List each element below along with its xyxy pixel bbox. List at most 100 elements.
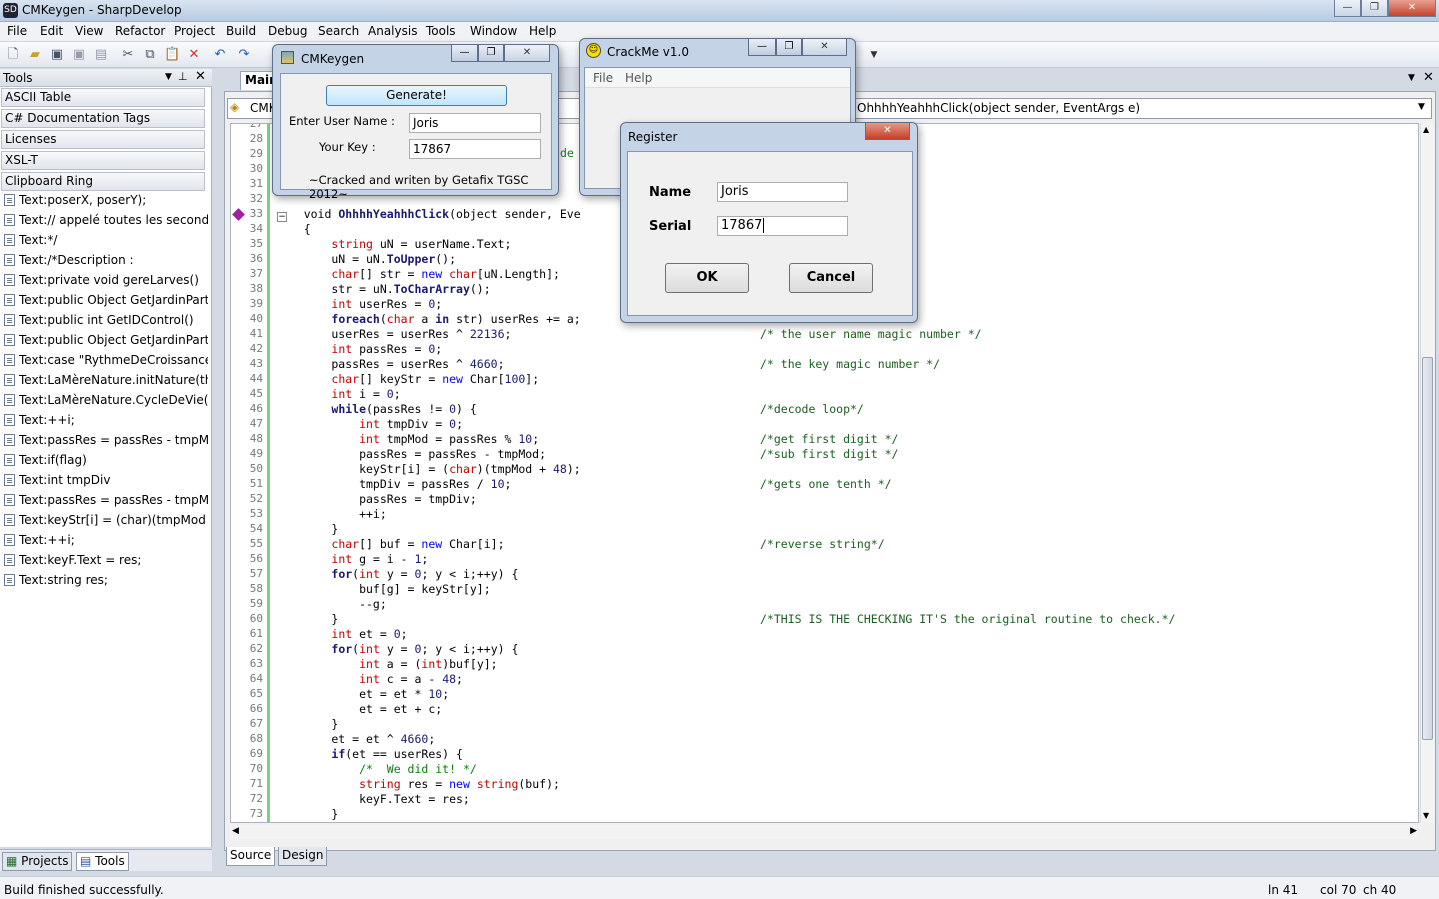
- app-icon: SD: [3, 3, 18, 18]
- tool-item[interactable]: Text:passRes = passRes - tmpMod;: [4, 431, 208, 450]
- cancel-button[interactable]: Cancel: [789, 263, 873, 293]
- new-file-icon[interactable]: 🗋: [5, 47, 21, 63]
- save-icon[interactable]: ▣: [71, 47, 87, 63]
- code-line: keyF.Text = res;: [276, 792, 470, 806]
- tab-projects[interactable]: ▦ Projects: [2, 852, 73, 871]
- menu-tools[interactable]: Tools: [426, 24, 456, 38]
- tab-design[interactable]: Design: [278, 847, 328, 866]
- maximize-button[interactable]: ❐: [1361, 0, 1388, 17]
- delete-icon[interactable]: ✕: [186, 47, 202, 63]
- category-clipboard-ring[interactable]: Clipboard Ring: [1, 172, 205, 191]
- cut-icon[interactable]: ✂: [120, 47, 136, 63]
- tab-tools[interactable]: ▤ Tools: [76, 852, 129, 871]
- vertical-scrollbar[interactable]: ▲ ▼: [1420, 123, 1434, 823]
- tool-item[interactable]: Text:*/: [4, 231, 208, 250]
- undo-icon[interactable]: ↶: [212, 47, 228, 63]
- vertical-scroll-thumb[interactable]: [1422, 357, 1433, 740]
- method-combo-arrow-icon[interactable]: ▼: [1418, 102, 1425, 112]
- tool-item[interactable]: Text:// appelé toutes les secondes p: [4, 211, 208, 230]
- panel-dropdown-icon[interactable]: ▼: [165, 72, 172, 82]
- menu-debug[interactable]: Debug: [268, 24, 307, 38]
- cmkeygen-maximize-button[interactable]: ❐: [478, 45, 504, 62]
- tool-item[interactable]: Text:LaMèreNature.CycleDeVie();: [4, 391, 208, 410]
- register-close-button[interactable]: ✕: [865, 123, 910, 140]
- method-combo[interactable]: OhhhhYeahhhClick(object sender, EventArg…: [857, 101, 1140, 115]
- crackme-minimize-button[interactable]: —: [748, 39, 776, 56]
- menu-build[interactable]: Build: [226, 24, 256, 38]
- paste-icon[interactable]: 📋: [164, 47, 180, 63]
- crackme-menu-file[interactable]: File: [593, 71, 613, 85]
- tool-item[interactable]: Text:int tmpDiv: [4, 471, 208, 490]
- redo-icon[interactable]: ↷: [236, 47, 252, 63]
- copy-icon[interactable]: ⧉: [142, 47, 158, 63]
- line-number: 46: [249, 402, 263, 415]
- code-line: passRes = userRes ^ 4660;: [276, 357, 505, 371]
- your-key-output[interactable]: 17867: [409, 139, 541, 159]
- tool-item[interactable]: Text:keyF.Text = res;: [4, 551, 208, 570]
- tool-item[interactable]: Text:poserX, poserY);: [4, 191, 208, 210]
- category-xslt[interactable]: XSL-T: [1, 151, 205, 170]
- cmkeygen-close-button[interactable]: ✕: [504, 45, 550, 62]
- menu-edit[interactable]: Edit: [40, 24, 63, 38]
- scroll-left-icon[interactable]: ◀: [232, 826, 239, 836]
- line-number: 63: [249, 657, 263, 670]
- menu-help[interactable]: Help: [529, 24, 556, 38]
- crackme-menu-help[interactable]: Help: [625, 71, 652, 85]
- ok-button[interactable]: OK: [665, 263, 749, 293]
- cmkeygen-minimize-button[interactable]: —: [451, 45, 478, 62]
- scroll-up-icon[interactable]: ▲: [1423, 125, 1429, 134]
- menu-window[interactable]: Window: [470, 24, 517, 38]
- tool-item[interactable]: Text:keyStr[i] = (char)(tmpMod + 48: [4, 511, 208, 530]
- doc-tabs-dropdown-icon[interactable]: ▼: [1408, 73, 1415, 83]
- menu-view[interactable]: View: [75, 24, 103, 38]
- save-all-icon[interactable]: ▣: [49, 47, 65, 63]
- code-comment: /* the key magic number */: [760, 357, 941, 371]
- generate-button[interactable]: Generate!: [326, 85, 507, 106]
- tool-item[interactable]: Text:private void gereLarves(): [4, 271, 208, 290]
- pin-icon[interactable]: ⊥: [178, 70, 188, 83]
- category-ascii-table[interactable]: ASCII Table: [1, 88, 205, 107]
- toolbar-overflow-icon[interactable]: ▼: [866, 47, 882, 63]
- serial-input[interactable]: 17867: [717, 216, 848, 236]
- code-line: int tmpDiv = 0;: [359, 417, 463, 431]
- user-name-input[interactable]: Joris: [409, 113, 541, 133]
- line-number: 67: [249, 717, 263, 730]
- tool-item[interactable]: Text:public int GetIDControl(): [4, 311, 208, 330]
- tool-item[interactable]: Text:passRes = passRes - tmpMod;: [4, 491, 208, 510]
- tool-item[interactable]: Text:public Object GetJardinPart(int: [4, 291, 208, 310]
- name-input[interactable]: Joris: [717, 182, 848, 202]
- scroll-down-icon[interactable]: ▼: [1423, 811, 1429, 820]
- close-button[interactable]: ✕: [1388, 0, 1436, 17]
- open-folder-icon[interactable]: ▰: [27, 47, 43, 63]
- tool-item[interactable]: Text:++i;: [4, 411, 208, 430]
- tool-item-label: Text:case "RythmeDeCroissance": re: [19, 353, 208, 367]
- tool-item[interactable]: Text:string res;: [4, 571, 208, 590]
- tab-source[interactable]: Source: [226, 847, 276, 866]
- category-licenses[interactable]: Licenses: [1, 130, 205, 149]
- minimize-button[interactable]: —: [1334, 0, 1361, 17]
- panel-close-icon[interactable]: ✕: [195, 69, 206, 84]
- tool-item[interactable]: Text:public Object GetJardinPart(int: [4, 331, 208, 350]
- crackme-close-button[interactable]: ✕: [802, 39, 847, 56]
- tool-item[interactable]: Text:LaMèreNature.initNature(this);: [4, 371, 208, 390]
- code-comment: /*reverse string*/: [760, 537, 885, 551]
- category-csharp-doc-tags[interactable]: C# Documentation Tags: [1, 109, 205, 128]
- save-multiple-icon[interactable]: ▤: [93, 47, 109, 63]
- scroll-right-icon[interactable]: ▶: [1410, 826, 1417, 836]
- tool-item[interactable]: Text:++i;: [4, 531, 208, 550]
- menu-project[interactable]: Project: [174, 24, 215, 38]
- code-comment: /*sub first digit */: [760, 447, 899, 461]
- menu-refactor[interactable]: Refactor: [115, 24, 165, 38]
- menu-analysis[interactable]: Analysis: [368, 24, 417, 38]
- tool-item[interactable]: Text:if(flag): [4, 451, 208, 470]
- code-line: int passRes = 0;: [331, 342, 443, 356]
- tool-item[interactable]: Text:case "RythmeDeCroissance": re: [4, 351, 208, 370]
- menu-search[interactable]: Search: [318, 24, 359, 38]
- tool-item[interactable]: Text:/*Description :: [4, 251, 208, 270]
- code-comment: /*THIS IS THE CHECKING IT'S the original…: [760, 612, 1176, 626]
- menu-file[interactable]: File: [7, 24, 27, 38]
- tab-projects-label: Projects: [21, 854, 69, 868]
- doc-close-icon[interactable]: ✕: [1423, 70, 1434, 85]
- horizontal-scrollbar[interactable]: ◀ ▶: [230, 825, 1419, 839]
- crackme-maximize-button[interactable]: ❐: [776, 39, 802, 56]
